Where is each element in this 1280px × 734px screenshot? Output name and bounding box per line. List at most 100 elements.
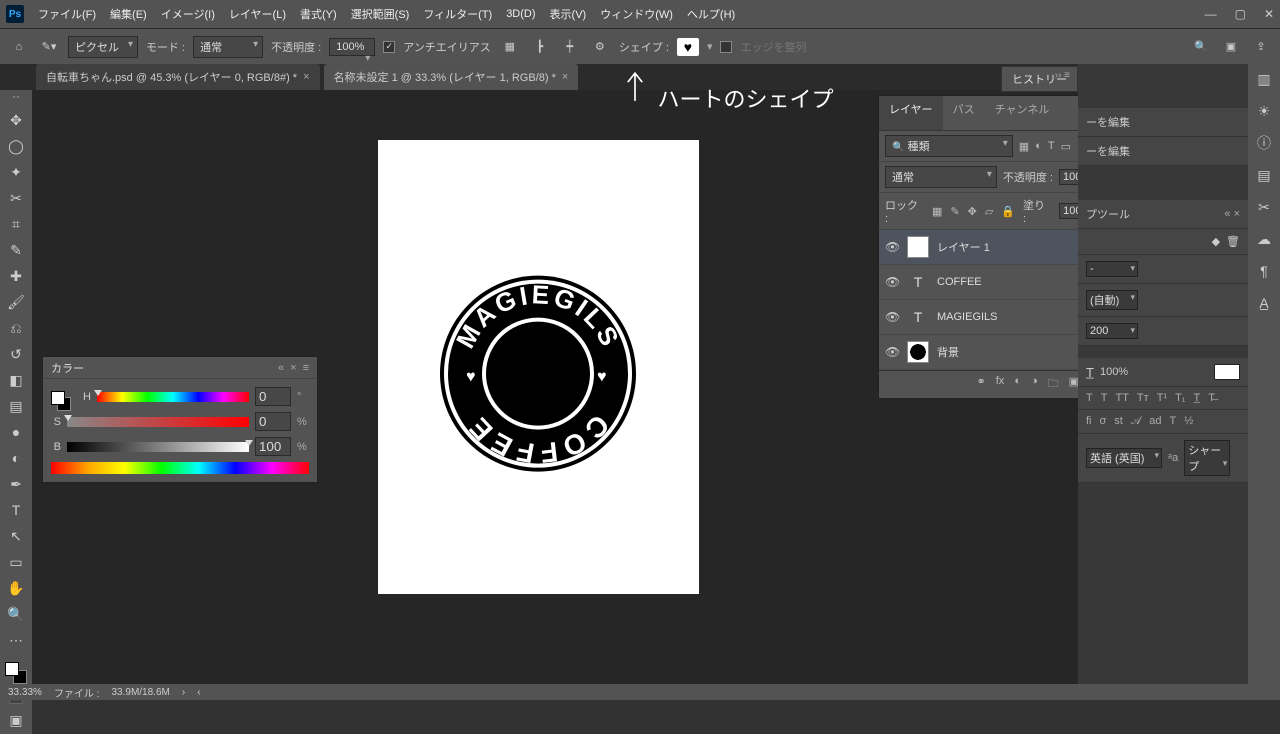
lock-position-icon[interactable]: ✥ xyxy=(968,205,977,218)
prop-dash[interactable]: - xyxy=(1086,261,1138,277)
panel-menu-icon[interactable]: ≡ xyxy=(303,362,309,374)
menu-file[interactable]: ファイル(F) xyxy=(38,6,96,22)
antialias-checkbox[interactable]: ✓ xyxy=(383,41,395,53)
layer-filter-kind[interactable]: 🔍 種類 xyxy=(885,135,1013,157)
document-tab[interactable]: 名称未設定 1 @ 33.3% (レイヤー 1, RGB/8) * × xyxy=(324,64,579,90)
info-icon[interactable]: ⓘ xyxy=(1254,134,1274,152)
window-minimize-icon[interactable]: — xyxy=(1205,7,1217,21)
adjustments-icon[interactable]: ☀ xyxy=(1254,102,1274,120)
blend-mode-select[interactable]: 通常 xyxy=(193,36,263,58)
menu-edit[interactable]: 編集(E) xyxy=(110,6,147,22)
color-spectrum[interactable] xyxy=(51,462,309,474)
st-icon[interactable]: st xyxy=(1114,415,1123,428)
prop-scale[interactable]: 100% xyxy=(1100,366,1128,378)
home-icon[interactable]: ⌂ xyxy=(8,36,30,58)
panel-grip[interactable] xyxy=(5,96,27,102)
adjustment-icon[interactable]: ◑ xyxy=(1031,375,1038,394)
menu-help[interactable]: ヘルプ(H) xyxy=(687,6,735,22)
hue-input[interactable] xyxy=(255,387,291,406)
opacity-select[interactable]: 100% xyxy=(329,38,375,56)
glyphs-icon[interactable]: A̲ xyxy=(1254,294,1274,312)
crop-tool-icon[interactable]: ✂ xyxy=(4,188,28,208)
document-tab[interactable]: 自転車ちゃん.psd @ 45.3% (レイヤー 0, RGB/8#) * × xyxy=(36,64,320,90)
gradient-tool-icon[interactable]: ▤ xyxy=(4,396,28,416)
strike-icon[interactable]: T̶ xyxy=(1208,392,1215,404)
close-icon[interactable]: × xyxy=(303,71,309,83)
layer-item[interactable]: 👁 T COFFEE xyxy=(879,265,1109,300)
subscript-icon[interactable]: T₁ xyxy=(1175,392,1185,404)
search-icon[interactable]: 🔍 xyxy=(1190,36,1212,58)
sigma-icon[interactable]: σ xyxy=(1100,415,1107,428)
paragraph-icon[interactable]: ¶ xyxy=(1254,262,1274,280)
layer-item[interactable]: 👁 レイヤー 1 xyxy=(879,230,1109,265)
tab-paths[interactable]: パス xyxy=(943,96,985,130)
panel-menu-icon[interactable]: ≡ xyxy=(1064,70,1070,81)
frame-tool-icon[interactable]: ⌗ xyxy=(4,214,28,234)
shape-tool-icon[interactable]: ▭ xyxy=(4,552,28,572)
properties-icon[interactable]: ▥ xyxy=(1254,70,1274,88)
underline-icon[interactable]: T̲ xyxy=(1194,392,1201,404)
zoom-tool-icon[interactable]: 🔍 xyxy=(4,604,28,624)
shape-preset-heart[interactable]: ♥ xyxy=(677,38,699,56)
zoom-readout[interactable]: 33.33% xyxy=(8,687,42,698)
color-swatch-fgbg[interactable] xyxy=(51,391,71,411)
menu-type[interactable]: 書式(Y) xyxy=(300,6,337,22)
prop-auto[interactable]: (自動) xyxy=(1086,290,1138,310)
panel-close-icon[interactable]: × xyxy=(290,362,296,374)
visibility-icon[interactable]: 👁 xyxy=(885,240,899,254)
filter-shape-icon[interactable]: ▭ xyxy=(1061,140,1071,153)
lock-paint-icon[interactable]: ✎ xyxy=(950,205,959,218)
filter-pixel-icon[interactable]: ▦ xyxy=(1019,140,1029,153)
link-layers-icon[interactable]: ⚭ xyxy=(977,375,986,394)
pen-tool-icon[interactable]: ✒ xyxy=(4,474,28,494)
tab-layers[interactable]: レイヤー xyxy=(879,96,943,130)
align-left-icon[interactable]: ┣ xyxy=(529,36,551,58)
layer-blend-select[interactable]: 通常 xyxy=(885,166,997,188)
lang-select[interactable]: 英語 (英国) xyxy=(1086,448,1162,468)
chevron-left-icon[interactable]: ‹ xyxy=(197,687,200,698)
visibility-icon[interactable]: 👁 xyxy=(885,345,899,359)
group-icon[interactable]: 🗀 xyxy=(1048,375,1059,394)
menu-layer[interactable]: レイヤー(L) xyxy=(229,6,286,22)
menu-window[interactable]: ウィンドウ(W) xyxy=(600,6,673,22)
filter-type-icon[interactable]: T xyxy=(1048,140,1055,153)
bri-slider[interactable] xyxy=(67,442,249,452)
menu-image[interactable]: イメージ(I) xyxy=(161,6,215,22)
sat-input[interactable] xyxy=(255,412,291,431)
more-tools-icon[interactable]: ⋯ xyxy=(4,630,28,650)
brush-tool-icon[interactable]: 🖌 xyxy=(4,292,28,312)
hue-slider[interactable] xyxy=(97,392,249,402)
window-close-icon[interactable]: ✕ xyxy=(1264,7,1274,21)
path-tool-icon[interactable]: ↖ xyxy=(4,526,28,546)
lasso-tool-icon[interactable]: ◯ xyxy=(4,136,28,156)
lock-all-icon[interactable]: 🔒 xyxy=(1001,205,1015,218)
italic-icon[interactable]: T xyxy=(1101,392,1108,404)
move-tool-icon[interactable]: ✥ xyxy=(4,110,28,130)
bri-input[interactable] xyxy=(255,437,291,456)
lock-artboard-icon[interactable]: ▱ xyxy=(985,205,993,218)
screenmode-icon[interactable]: ▣ xyxy=(4,710,28,730)
fx-icon[interactable]: fx xyxy=(996,375,1005,394)
align-center-icon[interactable]: ┿ xyxy=(559,36,581,58)
shape-dropdown-icon[interactable]: ▾ xyxy=(707,40,713,53)
scissors-icon[interactable]: ✂ xyxy=(1254,198,1274,216)
mask-icon[interactable]: ◐ xyxy=(1014,375,1021,394)
filter-adjust-icon[interactable]: ◐ xyxy=(1035,140,1042,153)
menu-3d[interactable]: 3D(D) xyxy=(506,8,535,20)
stamp-tool-icon[interactable]: ⎌ xyxy=(4,318,28,338)
history-brush-icon[interactable]: ↺ xyxy=(4,344,28,364)
wand-tool-icon[interactable]: ✦ xyxy=(4,162,28,182)
tab-channels[interactable]: チャンネル xyxy=(985,96,1060,130)
style-icon[interactable]: ▦ xyxy=(499,36,521,58)
trash-icon[interactable]: 🗑 xyxy=(1226,235,1240,248)
cc-lib-icon[interactable]: ◆ xyxy=(1212,235,1220,248)
close-icon[interactable]: × xyxy=(562,71,568,83)
swash-icon[interactable]: 𝒜 xyxy=(1131,415,1141,428)
layer-item[interactable]: 👁 T MAGIEGILS xyxy=(879,300,1109,335)
panel-collapse-icon[interactable]: « xyxy=(278,362,284,374)
tool-preset-icon[interactable]: ✎▾ xyxy=(38,36,60,58)
window-maximize-icon[interactable]: ▢ xyxy=(1235,7,1246,21)
panel-collapse-icon[interactable]: « × xyxy=(1224,208,1240,220)
eyedropper-tool-icon[interactable]: ✎ xyxy=(4,240,28,260)
fraction-icon[interactable]: ½ xyxy=(1184,415,1193,428)
